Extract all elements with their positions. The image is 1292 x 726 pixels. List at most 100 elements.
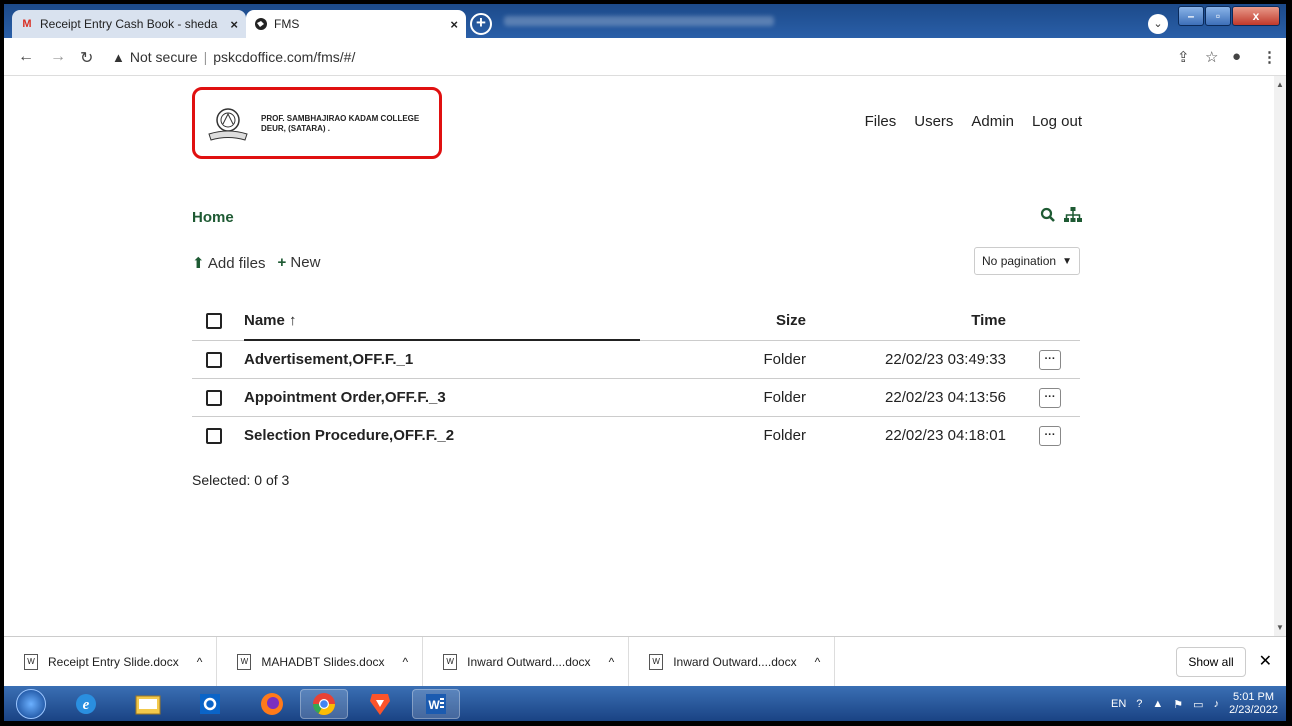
download-item[interactable]: W Inward Outward....docx ^	[629, 636, 836, 687]
top-nav: Files Users Admin Log out	[865, 113, 1082, 130]
brave-icon[interactable]	[356, 689, 404, 719]
tab-fms[interactable]: FMS ×	[246, 10, 466, 38]
svg-text:e: e	[83, 697, 90, 713]
new-button[interactable]: + New	[277, 254, 320, 272]
download-item[interactable]: W Inward Outward....docx ^	[423, 636, 630, 687]
column-time[interactable]: Time	[820, 302, 1020, 340]
row-time: 22/02/23 03:49:33	[820, 339, 1020, 378]
volume-icon[interactable]: ♪	[1214, 698, 1220, 710]
download-item[interactable]: W Receipt Entry Slide.docx ^	[4, 636, 218, 687]
globe-icon	[254, 17, 268, 31]
row-more-button[interactable]: ···	[1020, 415, 1080, 454]
close-icon[interactable]: ✕	[1259, 651, 1272, 671]
chevron-up-icon[interactable]: ^	[403, 655, 409, 669]
start-button[interactable]	[8, 689, 54, 719]
row-name[interactable]: Appointment Order,OFF.F._3	[244, 377, 640, 416]
network-icon[interactable]: ▭	[1193, 698, 1203, 711]
table-row[interactable]: Selection Procedure,OFF.F._2 Folder 22/0…	[192, 415, 1080, 454]
close-window-button[interactable]: x	[1232, 6, 1280, 26]
share-icon[interactable]: ⇪	[1177, 48, 1190, 66]
tab-search-button[interactable]: ⌄	[1148, 14, 1168, 34]
tab-title: Receipt Entry Cash Book - sheda	[40, 17, 218, 31]
word-doc-icon: W	[443, 653, 458, 670]
add-files-button[interactable]: ⬆ Add files	[192, 254, 265, 272]
select-all-checkbox[interactable]	[192, 302, 244, 340]
chrome-icon[interactable]	[300, 689, 348, 719]
scroll-down-icon[interactable]: ▼	[1276, 623, 1284, 632]
forward-arrow-icon[interactable]: →	[50, 48, 66, 66]
bookmark-star-icon[interactable]: ☆	[1205, 48, 1218, 66]
row-size: Folder	[640, 339, 820, 378]
system-tray: EN ? ▲ ⚑ ▭ ♪ 5:01 PM 2/23/2022	[1111, 691, 1278, 717]
firefox-icon[interactable]	[248, 689, 296, 719]
browser-toolbar: ← → ↻ ▲ Not secure | pskcdoffice.com/fms…	[4, 38, 1286, 76]
row-checkbox[interactable]	[192, 339, 244, 378]
nav-admin[interactable]: Admin	[971, 113, 1014, 130]
add-files-label: Add files	[207, 255, 266, 272]
breadcrumb-home[interactable]: Home	[192, 209, 234, 226]
separator: |	[203, 49, 208, 65]
language-indicator[interactable]: EN	[1111, 698, 1126, 710]
downloads-bar: W Receipt Entry Slide.docx ^ W MAHADBT S…	[4, 636, 1286, 687]
page-scrollbar[interactable]: ▲ ▼	[1274, 76, 1286, 636]
search-icon[interactable]	[1040, 207, 1056, 228]
sitemap-icon[interactable]	[1064, 207, 1082, 228]
table-row[interactable]: Advertisement,OFF.F._1 Folder 22/02/23 0…	[192, 339, 1080, 378]
windows-taskbar: e W EN ? ▲ ⚑ ▭ ♪ 5:01 PM 2/23/2022	[4, 686, 1286, 721]
scroll-up-icon[interactable]: ▲	[1276, 80, 1284, 89]
browser-tab-strip: M Receipt Entry Cash Book - sheda × FMS …	[4, 4, 1286, 38]
row-name[interactable]: Advertisement,OFF.F._1	[244, 339, 640, 378]
address-bar[interactable]: ▲ Not secure | pskcdoffice.com/fms/#/	[112, 44, 1142, 70]
nav-logout[interactable]: Log out	[1032, 113, 1082, 130]
row-more-button[interactable]: ···	[1020, 377, 1080, 416]
show-hidden-icons[interactable]: ▲	[1152, 698, 1163, 710]
row-name[interactable]: Selection Procedure,OFF.F._2	[244, 415, 640, 454]
clock[interactable]: 5:01 PM 2/23/2022	[1229, 691, 1278, 717]
page-content: PROF. SAMBHAJIRAO KADAM COLLEGE DEUR, (S…	[4, 76, 1274, 636]
row-time: 22/02/23 04:13:56	[820, 377, 1020, 416]
row-time: 22/02/23 04:18:01	[820, 415, 1020, 454]
row-more-button[interactable]: ···	[1020, 339, 1080, 378]
new-tab-button[interactable]: +	[470, 13, 492, 35]
nav-users[interactable]: Users	[914, 113, 953, 130]
show-all-button[interactable]: Show all	[1176, 647, 1246, 677]
flag-icon[interactable]: ⚑	[1173, 698, 1183, 711]
chevron-up-icon[interactable]: ^	[815, 655, 821, 669]
college-name-line2: DEUR, (SATARA) .	[261, 124, 331, 133]
profile-avatar-icon[interactable]: ●	[1232, 48, 1241, 65]
minimize-button[interactable]: –	[1178, 6, 1204, 26]
column-size[interactable]: Size	[640, 302, 820, 340]
help-icon[interactable]: ?	[1136, 698, 1142, 710]
close-tab-icon[interactable]: ×	[450, 17, 458, 32]
nav-files[interactable]: Files	[865, 113, 897, 130]
row-checkbox[interactable]	[192, 377, 244, 416]
window-title-blur	[504, 16, 774, 26]
maximize-button[interactable]: ▫	[1205, 6, 1231, 26]
college-emblem-icon	[208, 108, 248, 141]
chevron-up-icon[interactable]: ^	[197, 655, 203, 669]
kebab-menu-icon[interactable]: ⋮	[1262, 48, 1277, 66]
college-logo-highlight[interactable]: PROF. SAMBHAJIRAO KADAM COLLEGE DEUR, (S…	[192, 87, 442, 159]
close-tab-icon[interactable]: ×	[230, 17, 238, 32]
url-text: pskcdoffice.com/fms/#/	[213, 49, 356, 65]
outlook-icon[interactable]	[186, 689, 234, 719]
college-name-line1: PROF. SAMBHAJIRAO KADAM COLLEGE	[261, 114, 420, 123]
reload-icon[interactable]: ↻	[80, 48, 93, 68]
internet-explorer-icon[interactable]: e	[62, 689, 110, 719]
chevron-up-icon[interactable]: ^	[609, 655, 615, 669]
table-row[interactable]: Appointment Order,OFF.F._3 Folder 22/02/…	[192, 377, 1080, 416]
word-icon[interactable]: W	[412, 689, 460, 719]
download-filename: Inward Outward....docx	[673, 654, 797, 669]
tab-receipt-entry[interactable]: M Receipt Entry Cash Book - sheda ×	[12, 10, 246, 38]
back-arrow-icon[interactable]: ←	[18, 48, 34, 66]
clock-date: 2/23/2022	[1229, 704, 1278, 716]
column-name[interactable]: Name ↑	[244, 302, 640, 341]
download-item[interactable]: W MAHADBT Slides.docx ^	[217, 636, 424, 687]
file-explorer-icon[interactable]	[124, 689, 172, 719]
download-filename: Inward Outward....docx	[467, 654, 591, 669]
upload-icon: ⬆	[192, 255, 205, 272]
pagination-select[interactable]: No pagination ▼	[974, 247, 1080, 275]
row-checkbox[interactable]	[192, 415, 244, 454]
new-label: New	[290, 254, 321, 271]
word-doc-icon: W	[649, 653, 664, 670]
